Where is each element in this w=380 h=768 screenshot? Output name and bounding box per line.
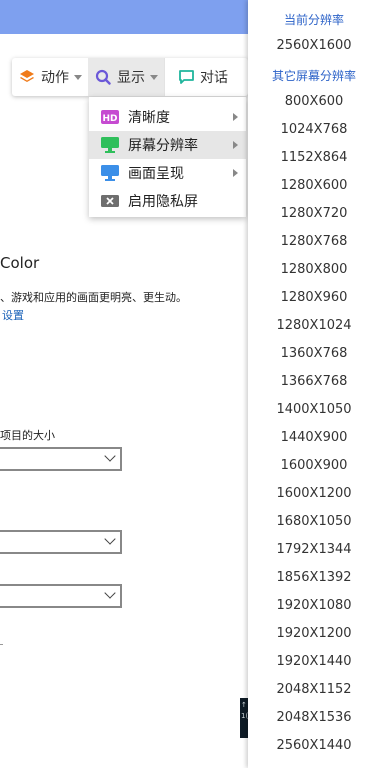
resolution-option[interactable]: 1280X600: [248, 178, 380, 193]
resolution-option[interactable]: 800X600: [248, 94, 380, 109]
menu-item-privacy-screen[interactable]: 启用隐私屏: [89, 187, 246, 215]
resolution-option[interactable]: 2048X1152: [248, 682, 380, 697]
taskbar-glyph: ↑: [241, 701, 247, 709]
chevron-down-icon: [104, 450, 116, 462]
other-resolutions-header: 其它屏幕分辨率: [271, 69, 356, 83]
current-resolution-header: 当前分辨率: [283, 13, 344, 27]
resolution-option[interactable]: 1856X1392: [248, 570, 380, 585]
resolution-option[interactable]: 1280X960: [248, 290, 380, 305]
chevron-down-icon: [104, 533, 116, 545]
resolution-option[interactable]: 2048X1536: [248, 710, 380, 725]
remote-toolbar: 动作 显示 对话: [12, 58, 248, 96]
resolution-option[interactable]: 1920X1080: [248, 598, 380, 613]
chevron-down-icon: [150, 74, 158, 80]
search-icon: [94, 68, 112, 86]
menu-item-label: 启用隐私屏: [128, 194, 198, 210]
menu-item-resolution[interactable]: 屏幕分辨率: [89, 131, 246, 159]
action-label: 动作: [41, 70, 69, 86]
resolution-option[interactable]: 1920X1440: [248, 654, 380, 669]
resolution-option[interactable]: 1792X1344: [248, 542, 380, 557]
svg-text:HD: HD: [102, 114, 117, 124]
chevron-right-icon: [233, 141, 238, 149]
action-button[interactable]: 动作: [12, 58, 88, 96]
privacy-screen-icon: [101, 193, 119, 209]
color-heading: Color: [0, 254, 40, 272]
resolution-option[interactable]: 1280X768: [248, 234, 380, 249]
menu-item-clarity[interactable]: HD 清晰度: [89, 103, 246, 131]
resolution-submenu: 当前分辨率 2560X1600 其它屏幕分辨率 800X600 1024X768 1…: [248, 0, 380, 768]
resolution-option[interactable]: 1440X900: [248, 430, 380, 445]
resolution-option[interactable]: 1152X864: [248, 150, 380, 165]
chevron-right-icon: [233, 113, 238, 121]
hd-icon: HD: [101, 109, 119, 125]
chevron-down-icon: [74, 74, 82, 80]
resolution-option[interactable]: 1366X768: [248, 374, 380, 389]
menu-item-label: 清晰度: [128, 110, 170, 126]
chat-label: 对话: [200, 70, 228, 86]
taskbar-edge: ↑ 1(: [240, 698, 248, 738]
monitor-blue-icon: [101, 165, 119, 181]
resolution-option[interactable]: 1600X1200: [248, 486, 380, 501]
chevron-down-icon: [104, 587, 116, 599]
resolution-option[interactable]: 2560X1440: [248, 738, 380, 753]
chevron-right-icon: [233, 169, 238, 177]
layers-icon: [18, 68, 36, 86]
monitor-green-icon: [101, 137, 119, 153]
remote-window-title-bar: [0, 0, 248, 34]
settings-link[interactable]: 设置: [2, 307, 24, 323]
display-label: 显示: [117, 70, 145, 86]
current-resolution-option[interactable]: 2560X1600: [248, 38, 380, 53]
menu-item-presentation[interactable]: 画面呈现: [89, 159, 246, 187]
resolution-option[interactable]: 1600X900: [248, 458, 380, 473]
chat-button[interactable]: 对话: [165, 58, 234, 96]
resolution-option[interactable]: 1920X1200: [248, 626, 380, 641]
resolution-option[interactable]: 1024X768: [248, 122, 380, 137]
divider-mark: [0, 644, 3, 645]
chat-bubble-icon: [177, 68, 195, 86]
display-button[interactable]: 显示: [88, 58, 164, 96]
scale-select[interactable]: [0, 447, 122, 471]
resolution-option[interactable]: 1280X1024: [248, 318, 380, 333]
display-menu: HD 清晰度 屏幕分辨率 画面呈现 启用隐私屏: [89, 97, 246, 217]
scale-label: 项目的大小: [0, 429, 55, 442]
resolution-option[interactable]: 1280X800: [248, 262, 380, 277]
color-description: 、游戏和应用的画面更明亮、更生动。: [0, 291, 187, 304]
menu-item-label: 画面呈现: [128, 166, 184, 182]
resolution-option[interactable]: 1360X768: [248, 346, 380, 361]
menu-item-label: 屏幕分辨率: [128, 138, 198, 154]
resolution-option[interactable]: 1400X1050: [248, 402, 380, 417]
resolution-option[interactable]: 1680X1050: [248, 514, 380, 529]
resolution-option[interactable]: 1280X720: [248, 206, 380, 221]
orientation-select[interactable]: [0, 584, 122, 608]
resolution-select[interactable]: [0, 530, 122, 554]
